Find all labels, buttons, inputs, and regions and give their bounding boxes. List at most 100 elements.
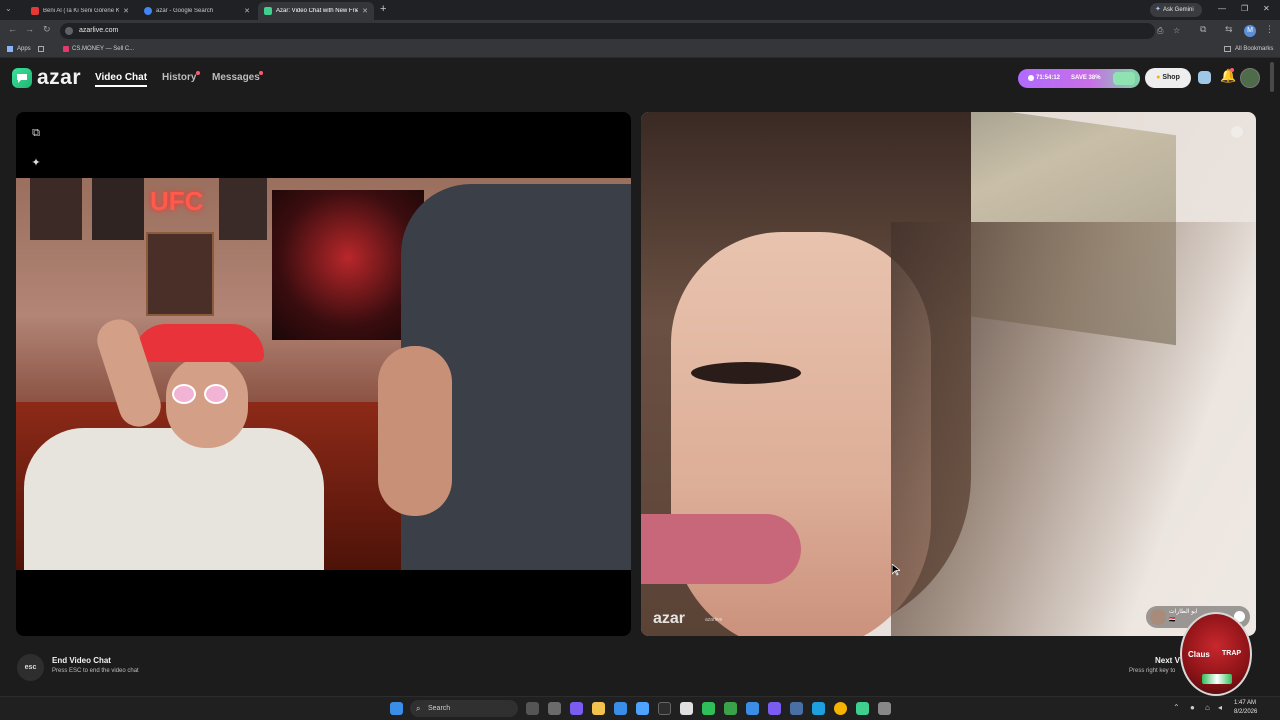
gem-icon: [1113, 72, 1135, 85]
file-explorer-icon[interactable]: [592, 702, 605, 715]
close-tab-icon[interactable]: ✕: [123, 7, 129, 15]
history-notification-dot: [196, 71, 200, 75]
maximize-icon[interactable]: ❐: [1241, 4, 1248, 13]
poster: [92, 178, 144, 240]
site-info-icon[interactable]: [65, 27, 73, 35]
tab-title: Beni Al (Ta Ki Seni Görene Kada…: [43, 8, 120, 14]
all-bookmarks[interactable]: All Bookmarks: [1235, 46, 1273, 52]
app-icon[interactable]: [680, 702, 693, 715]
apps-grid-icon[interactable]: [7, 46, 13, 52]
nav-video-chat[interactable]: Video Chat: [95, 72, 148, 87]
tab-search-icon[interactable]: ⌄: [5, 4, 12, 13]
azar-watermark: azar: [653, 610, 686, 627]
partner-avatar: [1150, 609, 1166, 625]
ask-gemini-button[interactable]: ✦ Ask Gemini: [1150, 3, 1202, 17]
app-icon[interactable]: [548, 702, 561, 715]
nav-history[interactable]: History: [162, 72, 196, 83]
user-avatar[interactable]: [1240, 68, 1260, 88]
extensions-icon[interactable]: ⧉: [1200, 24, 1206, 35]
logo-stripe: [1202, 674, 1232, 684]
app-icon[interactable]: [746, 702, 759, 715]
copilot-icon[interactable]: [570, 702, 583, 715]
install-app-icon[interactable]: ⎙: [1157, 23, 1163, 39]
clock-time[interactable]: 1:47 AM: [1234, 700, 1256, 706]
app-icon[interactable]: [856, 702, 869, 715]
steam-icon[interactable]: [790, 702, 803, 715]
tray-chevron-icon[interactable]: ⌃: [1173, 703, 1180, 712]
end-video-chat-title[interactable]: End Video Chat: [52, 656, 111, 665]
bookmark-apps[interactable]: Apps: [17, 46, 31, 52]
next-video-chat-title[interactable]: Next V: [1155, 656, 1180, 665]
close-tab-icon[interactable]: ✕: [362, 7, 368, 15]
tray-app-icon[interactable]: ●: [1190, 703, 1195, 712]
partner-name: ابو الطارات: [1169, 609, 1198, 615]
cast-icon[interactable]: ⇆: [1225, 24, 1233, 35]
streamer-logo-badge: Claus TRAP: [1180, 612, 1252, 696]
tab-title: Azar: Video Chat with New Frie…: [276, 8, 359, 14]
task-view-icon[interactable]: [526, 702, 539, 715]
clock-date[interactable]: 8/2/2026: [1234, 709, 1257, 715]
partner-country: 🇮🇶: [1169, 617, 1176, 623]
csmoney-favicon-icon: [63, 46, 69, 52]
chat-controls-footer: esc End Video Chat Press ESC to end the …: [0, 646, 1280, 696]
poster: [219, 178, 267, 240]
pip-toggle-icon[interactable]: ⧉: [29, 126, 43, 140]
promo-save-label: SAVE 38%: [1071, 75, 1101, 81]
tab-google-search[interactable]: azar - Google Search ✕: [138, 2, 256, 20]
shop-button[interactable]: ● Shop: [1145, 68, 1191, 88]
app-icon[interactable]: [636, 702, 649, 715]
profile-avatar[interactable]: M: [1244, 25, 1256, 37]
windows-start-icon[interactable]: [390, 702, 403, 715]
report-icon[interactable]: [1231, 126, 1243, 138]
app-icon[interactable]: [614, 702, 627, 715]
my-video-pane: ⧉ ✦ UFC: [16, 112, 631, 636]
bookmarks-bar: Apps CS.MONEY — Sell C... All Bookmarks: [0, 42, 1280, 58]
my-camera-feed: UFC: [16, 178, 631, 570]
app-icon[interactable]: [768, 702, 781, 715]
partner-eye: [691, 362, 801, 384]
search-icon: ⌕: [416, 704, 421, 713]
google-icon: [144, 7, 152, 15]
azar-logo-icon[interactable]: [12, 68, 32, 88]
azar-logo-text[interactable]: azar: [37, 66, 81, 90]
bookmark-csmoney[interactable]: CS.MONEY — Sell C...: [72, 46, 134, 52]
close-window-icon[interactable]: ✕: [1263, 4, 1270, 13]
watermark-sub: azarlive: [705, 617, 723, 623]
esc-key-badge[interactable]: esc: [17, 654, 44, 681]
person-shirt: [24, 428, 324, 570]
nav-messages[interactable]: Messages: [212, 72, 260, 83]
tab-azar[interactable]: Azar: Video Chat with New Frie… ✕: [258, 2, 374, 20]
menu-kebab-icon[interactable]: ⋮: [1265, 24, 1274, 35]
taskbar-search[interactable]: ⌕ Search: [410, 700, 518, 717]
folder-icon: [1224, 46, 1231, 52]
address-bar[interactable]: azarlive.com ⎙ ☆: [60, 23, 1180, 39]
settings-gear-icon[interactable]: [878, 702, 891, 715]
red-cap: [134, 324, 264, 362]
edge-icon[interactable]: [812, 702, 825, 715]
app-icon[interactable]: [724, 702, 737, 715]
network-icon[interactable]: ⌂: [1205, 703, 1210, 712]
gems-icon[interactable]: [1198, 71, 1211, 84]
streamer-logo-text-1: Claus: [1188, 650, 1210, 659]
app-icon[interactable]: [658, 702, 671, 715]
tab-groups-icon[interactable]: [38, 46, 44, 52]
close-tab-icon[interactable]: ✕: [244, 7, 250, 15]
chrome-icon[interactable]: [834, 702, 847, 715]
partner-lips: [641, 514, 801, 584]
magic-filter-icon[interactable]: ✦: [29, 156, 43, 170]
messages-notification-dot: [259, 71, 263, 75]
volume-icon[interactable]: ◂: [1218, 703, 1222, 712]
promo-timer: 71:54:12: [1036, 75, 1061, 81]
promo-banner[interactable]: 71:54:12 SAVE 38%: [1018, 69, 1140, 88]
app-icon[interactable]: [702, 702, 715, 715]
reload-icon[interactable]: ↻: [43, 24, 51, 35]
tab-youtube[interactable]: Beni Al (Ta Ki Seni Görene Kada… ✕: [25, 2, 135, 20]
back-icon[interactable]: ←: [8, 24, 17, 34]
bookmark-star-icon[interactable]: ☆: [1173, 23, 1180, 39]
pink-glasses-right: [204, 384, 228, 404]
new-tab-button[interactable]: +: [380, 3, 386, 15]
poster: [30, 178, 82, 240]
scrollbar-thumb[interactable]: [1270, 62, 1274, 92]
forward-icon[interactable]: →: [25, 24, 34, 34]
minimize-icon[interactable]: —: [1218, 4, 1226, 13]
